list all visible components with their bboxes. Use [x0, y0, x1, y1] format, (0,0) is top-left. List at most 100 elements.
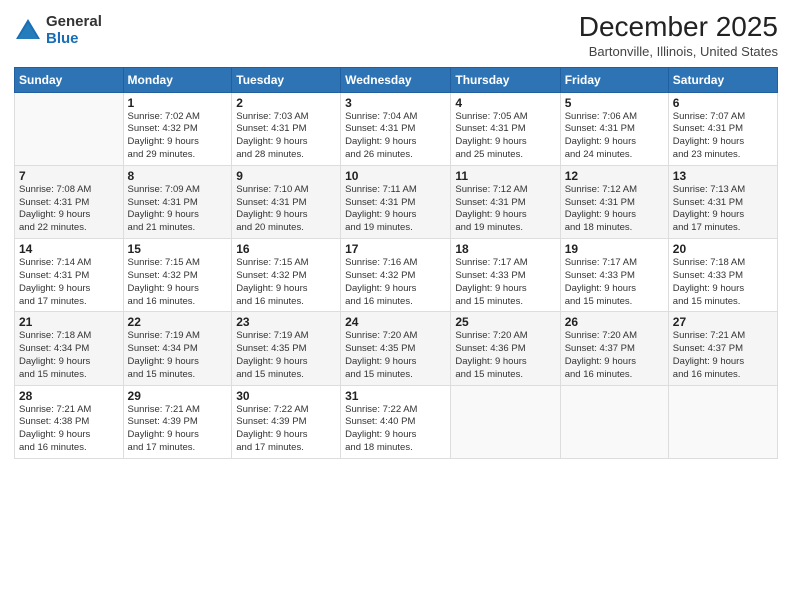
- day-info: Sunrise: 7:15 AM Sunset: 4:32 PM Dayligh…: [236, 257, 336, 308]
- day-number: 8: [128, 169, 228, 183]
- calendar-week-row: 28Sunrise: 7:21 AM Sunset: 4:38 PM Dayli…: [15, 385, 778, 458]
- day-number: 3: [345, 96, 446, 110]
- day-number: 18: [455, 242, 555, 256]
- day-number: 15: [128, 242, 228, 256]
- table-row: 15Sunrise: 7:15 AM Sunset: 4:32 PM Dayli…: [123, 239, 232, 312]
- day-info: Sunrise: 7:19 AM Sunset: 4:35 PM Dayligh…: [236, 330, 336, 381]
- day-number: 17: [345, 242, 446, 256]
- logo-icon: [14, 17, 42, 45]
- table-row: 25Sunrise: 7:20 AM Sunset: 4:36 PM Dayli…: [451, 312, 560, 385]
- table-row: 24Sunrise: 7:20 AM Sunset: 4:35 PM Dayli…: [341, 312, 451, 385]
- table-row: 5Sunrise: 7:06 AM Sunset: 4:31 PM Daylig…: [560, 92, 668, 165]
- table-row: 23Sunrise: 7:19 AM Sunset: 4:35 PM Dayli…: [232, 312, 341, 385]
- day-info: Sunrise: 7:10 AM Sunset: 4:31 PM Dayligh…: [236, 184, 336, 235]
- day-number: 2: [236, 96, 336, 110]
- day-info: Sunrise: 7:20 AM Sunset: 4:35 PM Dayligh…: [345, 330, 446, 381]
- day-info: Sunrise: 7:05 AM Sunset: 4:31 PM Dayligh…: [455, 111, 555, 162]
- day-number: 13: [673, 169, 773, 183]
- day-info: Sunrise: 7:20 AM Sunset: 4:37 PM Dayligh…: [565, 330, 664, 381]
- header: General Blue December 2025 Bartonville, …: [14, 10, 778, 59]
- col-thursday: Thursday: [451, 67, 560, 92]
- table-row: 27Sunrise: 7:21 AM Sunset: 4:37 PM Dayli…: [668, 312, 777, 385]
- day-number: 5: [565, 96, 664, 110]
- day-number: 9: [236, 169, 336, 183]
- day-number: 28: [19, 389, 119, 403]
- table-row: [451, 385, 560, 458]
- col-friday: Friday: [560, 67, 668, 92]
- calendar-subtitle: Bartonville, Illinois, United States: [579, 44, 778, 59]
- day-number: 25: [455, 315, 555, 329]
- day-info: Sunrise: 7:08 AM Sunset: 4:31 PM Dayligh…: [19, 184, 119, 235]
- day-info: Sunrise: 7:02 AM Sunset: 4:32 PM Dayligh…: [128, 111, 228, 162]
- day-info: Sunrise: 7:03 AM Sunset: 4:31 PM Dayligh…: [236, 111, 336, 162]
- table-row: 28Sunrise: 7:21 AM Sunset: 4:38 PM Dayli…: [15, 385, 124, 458]
- day-number: 30: [236, 389, 336, 403]
- day-info: Sunrise: 7:21 AM Sunset: 4:39 PM Dayligh…: [128, 404, 228, 455]
- day-number: 1: [128, 96, 228, 110]
- day-info: Sunrise: 7:22 AM Sunset: 4:39 PM Dayligh…: [236, 404, 336, 455]
- calendar-week-row: 14Sunrise: 7:14 AM Sunset: 4:31 PM Dayli…: [15, 239, 778, 312]
- day-info: Sunrise: 7:12 AM Sunset: 4:31 PM Dayligh…: [455, 184, 555, 235]
- table-row: [15, 92, 124, 165]
- table-row: 19Sunrise: 7:17 AM Sunset: 4:33 PM Dayli…: [560, 239, 668, 312]
- day-number: 4: [455, 96, 555, 110]
- day-info: Sunrise: 7:17 AM Sunset: 4:33 PM Dayligh…: [455, 257, 555, 308]
- table-row: 20Sunrise: 7:18 AM Sunset: 4:33 PM Dayli…: [668, 239, 777, 312]
- table-row: 26Sunrise: 7:20 AM Sunset: 4:37 PM Dayli…: [560, 312, 668, 385]
- day-info: Sunrise: 7:19 AM Sunset: 4:34 PM Dayligh…: [128, 330, 228, 381]
- table-row: 16Sunrise: 7:15 AM Sunset: 4:32 PM Dayli…: [232, 239, 341, 312]
- day-number: 16: [236, 242, 336, 256]
- col-tuesday: Tuesday: [232, 67, 341, 92]
- col-sunday: Sunday: [15, 67, 124, 92]
- logo-blue-text: Blue: [46, 31, 102, 48]
- table-row: 3Sunrise: 7:04 AM Sunset: 4:31 PM Daylig…: [341, 92, 451, 165]
- table-row: 11Sunrise: 7:12 AM Sunset: 4:31 PM Dayli…: [451, 165, 560, 238]
- day-info: Sunrise: 7:20 AM Sunset: 4:36 PM Dayligh…: [455, 330, 555, 381]
- logo: General Blue: [14, 14, 102, 47]
- col-monday: Monday: [123, 67, 232, 92]
- logo-general-text: General: [46, 14, 102, 31]
- day-number: 10: [345, 169, 446, 183]
- table-row: 13Sunrise: 7:13 AM Sunset: 4:31 PM Dayli…: [668, 165, 777, 238]
- day-info: Sunrise: 7:11 AM Sunset: 4:31 PM Dayligh…: [345, 184, 446, 235]
- table-row: 8Sunrise: 7:09 AM Sunset: 4:31 PM Daylig…: [123, 165, 232, 238]
- day-info: Sunrise: 7:14 AM Sunset: 4:31 PM Dayligh…: [19, 257, 119, 308]
- day-info: Sunrise: 7:21 AM Sunset: 4:37 PM Dayligh…: [673, 330, 773, 381]
- table-row: 30Sunrise: 7:22 AM Sunset: 4:39 PM Dayli…: [232, 385, 341, 458]
- table-row: 1Sunrise: 7:02 AM Sunset: 4:32 PM Daylig…: [123, 92, 232, 165]
- day-info: Sunrise: 7:04 AM Sunset: 4:31 PM Dayligh…: [345, 111, 446, 162]
- day-number: 24: [345, 315, 446, 329]
- table-row: 4Sunrise: 7:05 AM Sunset: 4:31 PM Daylig…: [451, 92, 560, 165]
- day-info: Sunrise: 7:15 AM Sunset: 4:32 PM Dayligh…: [128, 257, 228, 308]
- day-info: Sunrise: 7:18 AM Sunset: 4:33 PM Dayligh…: [673, 257, 773, 308]
- day-number: 26: [565, 315, 664, 329]
- day-info: Sunrise: 7:07 AM Sunset: 4:31 PM Dayligh…: [673, 111, 773, 162]
- day-number: 31: [345, 389, 446, 403]
- table-row: 10Sunrise: 7:11 AM Sunset: 4:31 PM Dayli…: [341, 165, 451, 238]
- day-number: 22: [128, 315, 228, 329]
- table-row: 18Sunrise: 7:17 AM Sunset: 4:33 PM Dayli…: [451, 239, 560, 312]
- table-row: 2Sunrise: 7:03 AM Sunset: 4:31 PM Daylig…: [232, 92, 341, 165]
- day-info: Sunrise: 7:09 AM Sunset: 4:31 PM Dayligh…: [128, 184, 228, 235]
- calendar-week-row: 7Sunrise: 7:08 AM Sunset: 4:31 PM Daylig…: [15, 165, 778, 238]
- calendar-title: December 2025: [579, 10, 778, 44]
- day-number: 21: [19, 315, 119, 329]
- table-row: 21Sunrise: 7:18 AM Sunset: 4:34 PM Dayli…: [15, 312, 124, 385]
- day-info: Sunrise: 7:18 AM Sunset: 4:34 PM Dayligh…: [19, 330, 119, 381]
- table-row: [668, 385, 777, 458]
- table-row: 29Sunrise: 7:21 AM Sunset: 4:39 PM Dayli…: [123, 385, 232, 458]
- day-info: Sunrise: 7:21 AM Sunset: 4:38 PM Dayligh…: [19, 404, 119, 455]
- day-number: 11: [455, 169, 555, 183]
- table-row: 7Sunrise: 7:08 AM Sunset: 4:31 PM Daylig…: [15, 165, 124, 238]
- day-number: 27: [673, 315, 773, 329]
- page: General Blue December 2025 Bartonville, …: [0, 0, 792, 612]
- col-saturday: Saturday: [668, 67, 777, 92]
- day-info: Sunrise: 7:16 AM Sunset: 4:32 PM Dayligh…: [345, 257, 446, 308]
- day-info: Sunrise: 7:17 AM Sunset: 4:33 PM Dayligh…: [565, 257, 664, 308]
- day-number: 19: [565, 242, 664, 256]
- day-number: 12: [565, 169, 664, 183]
- table-row: 12Sunrise: 7:12 AM Sunset: 4:31 PM Dayli…: [560, 165, 668, 238]
- day-number: 20: [673, 242, 773, 256]
- table-row: 14Sunrise: 7:14 AM Sunset: 4:31 PM Dayli…: [15, 239, 124, 312]
- calendar-table: Sunday Monday Tuesday Wednesday Thursday…: [14, 67, 778, 459]
